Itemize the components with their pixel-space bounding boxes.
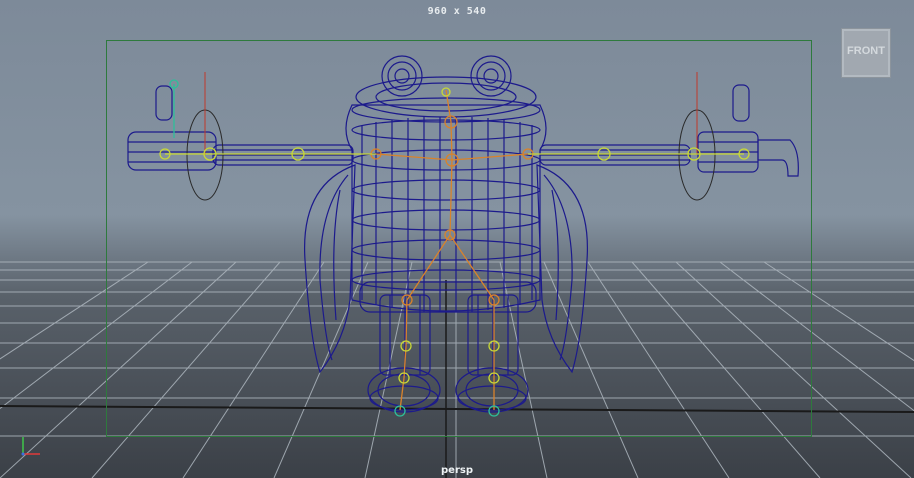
skeleton-joints: [159, 79, 750, 417]
grid-x-axis: [0, 405, 914, 413]
viewcube[interactable]: FRONT: [841, 28, 891, 78]
ground-grid: [0, 261, 914, 478]
resolution-gate-label: 960 x 540: [427, 6, 487, 17]
maya-perspective-viewport[interactable]: 960 x 540 FRONT persp: [0, 0, 914, 478]
viewcube-face-label[interactable]: FRONT: [842, 45, 890, 57]
viewport-scene[interactable]: [0, 0, 914, 478]
character-wireframe: [127, 55, 799, 413]
camera-name-label: persp: [441, 465, 473, 476]
axis-indicator-icon: [21, 437, 40, 456]
z-axis-dot: [21, 452, 25, 456]
